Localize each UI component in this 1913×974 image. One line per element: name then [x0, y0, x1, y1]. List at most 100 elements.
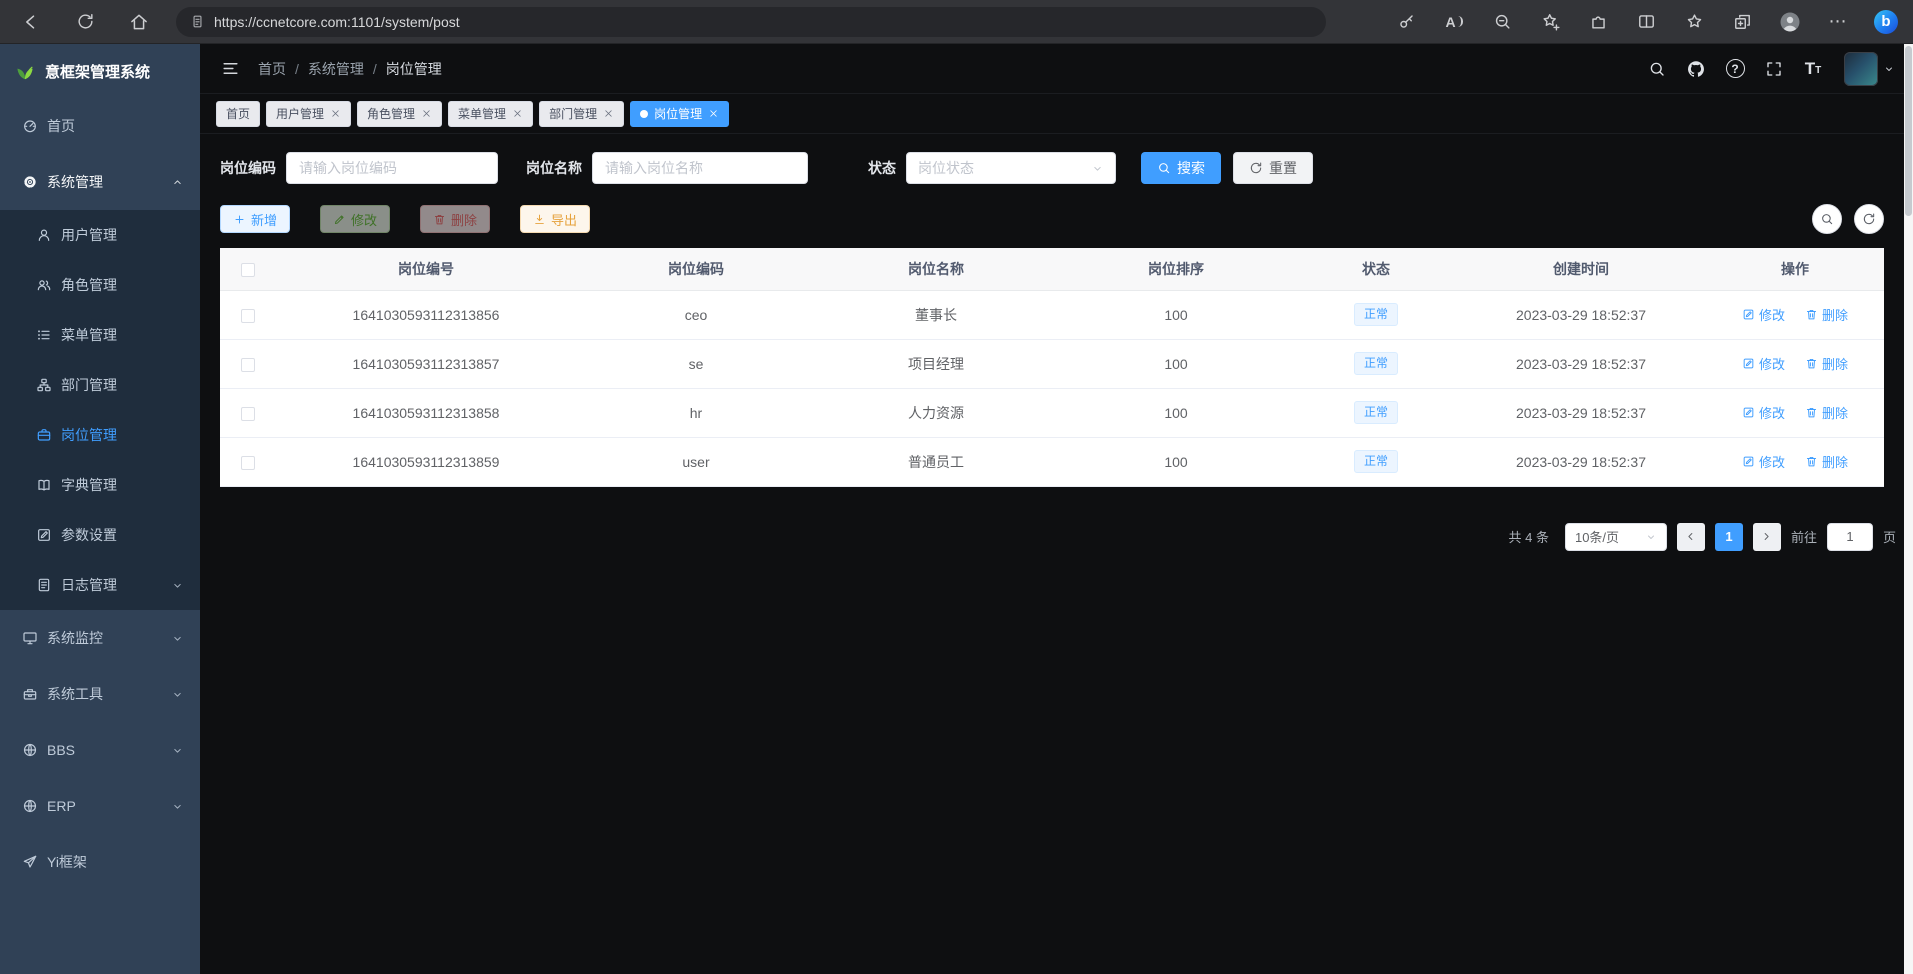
goto-page-input[interactable] — [1827, 523, 1873, 551]
split-screen-button[interactable] — [1629, 5, 1663, 39]
browser-home-button[interactable] — [122, 5, 156, 39]
breadcrumb-home[interactable]: 首页 — [258, 59, 286, 79]
extensions-button[interactable] — [1581, 5, 1615, 39]
sidebar-item-system-tools[interactable]: 系统工具 — [0, 666, 200, 722]
saved-passwords-button[interactable] — [1389, 5, 1423, 39]
row-delete-link[interactable]: 删除 — [1805, 305, 1848, 324]
scrollbar-thumb[interactable] — [1905, 46, 1912, 216]
tab-label: 角色管理 — [367, 105, 415, 122]
reset-button[interactable]: 重置 — [1233, 152, 1313, 184]
tab-post-management[interactable]: 岗位管理 — [630, 101, 729, 127]
sidebar-item-system-monitor[interactable]: 系统监控 — [0, 610, 200, 666]
col-created-time: 创建时间 — [1456, 248, 1706, 290]
sidebar-item-label: 参数设置 — [61, 525, 117, 545]
col-status: 状态 — [1296, 248, 1456, 290]
toggle-search-button[interactable] — [1812, 204, 1842, 234]
sidebar-item-bbs[interactable]: BBS — [0, 722, 200, 778]
row-checkbox[interactable] — [241, 358, 255, 372]
tab-label: 部门管理 — [549, 105, 597, 122]
fullscreen-icon — [1765, 60, 1783, 78]
sidebar-submenu-system: 用户管理 角色管理 菜单管理 部门管理 岗位管理 — [0, 210, 200, 610]
read-aloud-button[interactable]: A — [1437, 5, 1471, 39]
edit-button[interactable]: 修改 — [320, 205, 390, 233]
page-number-1[interactable]: 1 — [1715, 523, 1743, 551]
sidebar-item-erp[interactable]: ERP — [0, 778, 200, 834]
question-icon: ? — [1726, 59, 1745, 78]
status-select[interactable]: 岗位状态 — [906, 152, 1116, 184]
font-size-button[interactable]: TT — [1797, 53, 1829, 85]
collections-button[interactable] — [1725, 5, 1759, 39]
address-bar[interactable]: https://ccnetcore.com:1101/system/post — [176, 7, 1326, 37]
sidebar-item-role-management[interactable]: 角色管理 — [0, 260, 200, 310]
row-checkbox[interactable] — [241, 309, 255, 323]
sidebar-item-param-settings[interactable]: 参数设置 — [0, 510, 200, 560]
select-all-checkbox[interactable] — [241, 263, 255, 277]
row-checkbox[interactable] — [241, 407, 255, 421]
chevron-right-icon — [1760, 530, 1773, 543]
row-delete-link[interactable]: 删除 — [1805, 354, 1848, 373]
globe-icon — [22, 742, 38, 758]
zoom-out-button[interactable] — [1485, 5, 1519, 39]
row-edit-link[interactable]: 修改 — [1742, 452, 1785, 471]
status-badge: 正常 — [1354, 352, 1398, 374]
sidebar-item-dict-management[interactable]: 字典管理 — [0, 460, 200, 510]
close-icon[interactable] — [512, 108, 523, 119]
favorites-button[interactable] — [1677, 5, 1711, 39]
sidebar-item-menu-management[interactable]: 菜单管理 — [0, 310, 200, 360]
row-delete-link[interactable]: 删除 — [1805, 403, 1848, 422]
row-edit-link[interactable]: 修改 — [1742, 354, 1785, 373]
fullscreen-button[interactable] — [1758, 53, 1790, 85]
tab-role-management[interactable]: 角色管理 — [357, 101, 442, 127]
post-name-input[interactable] — [592, 152, 808, 184]
refresh-table-button[interactable] — [1854, 204, 1884, 234]
close-icon[interactable] — [330, 108, 341, 119]
table-row: 1641030593112313856 ceo 董事长 100 正常 2023-… — [220, 290, 1884, 339]
user-avatar — [1844, 52, 1878, 86]
sidebar-item-system-management[interactable]: 系统管理 — [0, 154, 200, 210]
close-icon[interactable] — [603, 108, 614, 119]
tab-menu-management[interactable]: 菜单管理 — [448, 101, 533, 127]
browser-refresh-button[interactable] — [68, 5, 102, 39]
user-menu[interactable] — [1844, 52, 1895, 86]
next-page-button[interactable] — [1753, 523, 1781, 551]
sidebar-item-post-management[interactable]: 岗位管理 — [0, 410, 200, 460]
row-delete-link[interactable]: 删除 — [1805, 452, 1848, 471]
prev-page-button[interactable] — [1677, 523, 1705, 551]
pencil-icon — [1742, 455, 1755, 468]
browser-back-button[interactable] — [14, 5, 48, 39]
delete-button[interactable]: 删除 — [420, 205, 490, 233]
split-screen-icon — [1637, 12, 1656, 31]
sidebar-item-user-management[interactable]: 用户管理 — [0, 210, 200, 260]
help-button[interactable]: ? — [1719, 53, 1751, 85]
refresh-icon — [1249, 161, 1263, 175]
collapse-sidebar-button[interactable] — [216, 55, 244, 83]
row-edit-link[interactable]: 修改 — [1742, 305, 1785, 324]
browser-profile-button[interactable] — [1773, 5, 1807, 39]
close-icon[interactable] — [421, 108, 432, 119]
sidebar-item-home[interactable]: 首页 — [0, 98, 200, 154]
browser-chrome: https://ccnetcore.com:1101/system/post A… — [0, 0, 1913, 44]
page-size-select[interactable]: 10条/页 — [1565, 523, 1667, 551]
close-icon[interactable] — [708, 108, 719, 119]
row-edit-link[interactable]: 修改 — [1742, 403, 1785, 422]
tab-user-management[interactable]: 用户管理 — [266, 101, 351, 127]
tab-home[interactable]: 首页 — [216, 101, 260, 127]
header-search-button[interactable] — [1641, 53, 1673, 85]
browser-menu-button[interactable]: ⋯ — [1821, 5, 1855, 39]
export-button[interactable]: 导出 — [520, 205, 590, 233]
sidebar-item-yi-framework[interactable]: Yi框架 — [0, 834, 200, 890]
sidebar-item-dept-management[interactable]: 部门管理 — [0, 360, 200, 410]
cell-post-sort: 100 — [1056, 290, 1296, 339]
breadcrumb-system-management[interactable]: 系统管理 — [308, 59, 364, 79]
tab-dept-management[interactable]: 部门管理 — [539, 101, 624, 127]
bing-chat-button[interactable]: b — [1869, 5, 1903, 39]
add-favorite-button[interactable] — [1533, 5, 1567, 39]
add-button[interactable]: 新增 — [220, 205, 290, 233]
github-link-button[interactable] — [1680, 53, 1712, 85]
status-badge: 正常 — [1354, 450, 1398, 472]
search-button[interactable]: 搜索 — [1141, 152, 1221, 184]
sidebar-item-log-management[interactable]: 日志管理 — [0, 560, 200, 610]
row-checkbox[interactable] — [241, 456, 255, 470]
sidebar-item-label: 系统工具 — [47, 684, 103, 704]
post-code-input[interactable] — [286, 152, 498, 184]
